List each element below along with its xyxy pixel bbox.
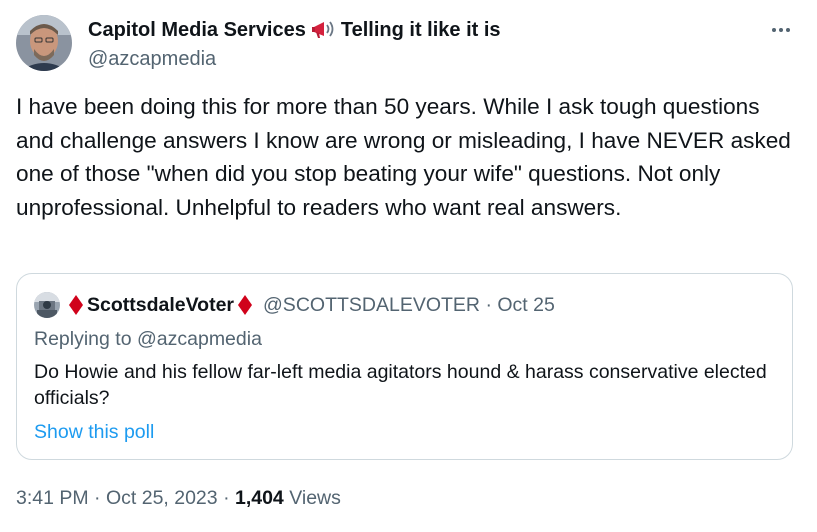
author-avatar[interactable]	[16, 15, 72, 71]
tweet: Capitol Media Services Telling it like i…	[0, 0, 817, 532]
tweet-meta: 3:41 PM · Oct 25, 2023 · 1,404 Views	[16, 484, 341, 512]
meta-separator: ·	[94, 487, 101, 509]
red-diamond-icon	[237, 294, 253, 316]
show-poll-link[interactable]: Show this poll	[34, 419, 154, 445]
quoted-date[interactable]: Oct 25	[497, 294, 554, 316]
quoted-separator: ·	[485, 294, 492, 316]
quoted-replying-to: Replying to @azcapmedia	[34, 326, 262, 352]
author-tagline: Telling it like it is	[340, 19, 501, 41]
author-display-name[interactable]: Capitol Media Services	[88, 16, 306, 44]
meta-separator: ·	[223, 487, 230, 509]
reply-handle[interactable]: @azcapmedia	[137, 328, 262, 350]
quoted-author-avatar[interactable]	[34, 292, 60, 318]
quoted-handle-date: @SCOTTSDALEVOTER · Oct 25	[263, 293, 555, 317]
quoted-tweet[interactable]: ScottsdaleVoter @SCOTTSDALEVOTER · Oct 2…	[16, 273, 793, 460]
views-count: 1,404	[234, 487, 284, 509]
tweet-date[interactable]: Oct 25, 2023	[106, 487, 218, 509]
tweet-text: I have been doing this for more than 50 …	[16, 94, 791, 220]
quoted-tweet-header: ScottsdaleVoter @SCOTTSDALEVOTER · Oct 2…	[34, 292, 555, 318]
red-diamond-icon	[68, 294, 84, 316]
reply-prefix: Replying to	[34, 328, 132, 350]
tweet-time[interactable]: 3:41 PM	[16, 487, 89, 509]
more-options-button[interactable]	[769, 18, 793, 42]
views-label: Views	[289, 487, 341, 509]
more-dots-icon	[772, 28, 790, 32]
megaphone-icon	[311, 19, 337, 41]
quoted-tweet-text: Do Howie and his fellow far-left media a…	[34, 361, 767, 409]
author-display-name-row[interactable]: Capitol Media Services Telling it like i…	[88, 16, 501, 44]
author-handle[interactable]: @azcapmedia	[88, 46, 501, 72]
author-header: Capitol Media Services Telling it like i…	[88, 16, 501, 72]
quoted-display-name[interactable]: ScottsdaleVoter	[87, 293, 234, 317]
quoted-handle[interactable]: @SCOTTSDALEVOTER	[263, 294, 480, 316]
